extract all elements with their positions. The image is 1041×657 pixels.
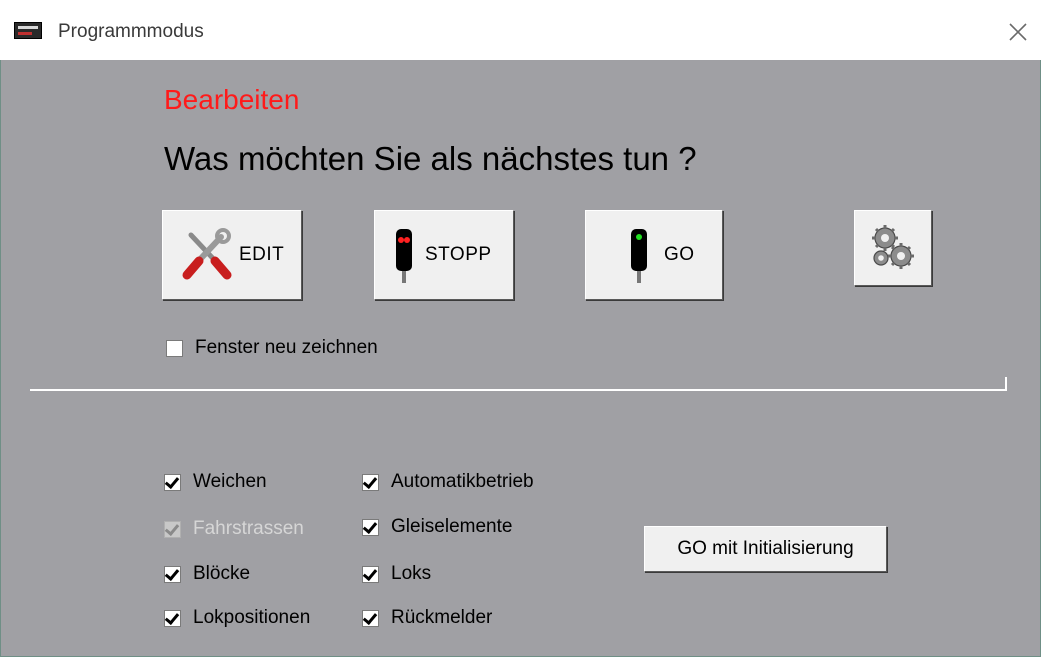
option-loks[interactable]: Loks (362, 563, 431, 585)
redraw-window-checkbox[interactable]: Fenster neu zeichnen (166, 337, 378, 359)
option-label: Weichen (193, 471, 267, 492)
redraw-checkbox-box[interactable] (166, 339, 183, 357)
divider-end (1005, 377, 1007, 391)
section-heading: Bearbeiten (164, 84, 300, 115)
option-rueckmelder[interactable]: Rückmelder (362, 607, 492, 629)
option-label: Gleiselemente (391, 516, 513, 537)
redraw-label: Fenster neu zeichnen (195, 337, 378, 358)
edit-label: EDIT (239, 244, 285, 265)
option-bloecke[interactable]: Blöcke (164, 563, 250, 585)
go-with-init-button[interactable]: GO mit Initialisierung (644, 526, 887, 572)
checkbox-lokpositionen[interactable] (164, 609, 181, 627)
close-button[interactable] (1000, 14, 1036, 50)
divider (30, 389, 1007, 391)
checkbox-loks[interactable] (362, 565, 379, 583)
edit-button[interactable]: EDIT (162, 210, 302, 300)
close-icon (1009, 23, 1027, 41)
option-label: Fahrstrassen (193, 518, 304, 539)
option-label: Automatikbetrieb (391, 471, 534, 492)
checkbox-fahrstrassen (164, 520, 181, 538)
option-automatikbetrieb[interactable]: Automatikbetrieb (362, 471, 534, 493)
option-label: Blöcke (193, 563, 251, 584)
checkbox-gleiselemente[interactable] (362, 518, 379, 536)
stopp-label: STOPP (425, 244, 492, 265)
checkbox-automatikbetrieb[interactable] (362, 473, 379, 491)
settings-gears-icon (872, 225, 914, 269)
window-title: Programmmodus (58, 21, 204, 42)
app-icon (14, 22, 42, 39)
checkbox-weichen[interactable] (164, 473, 181, 491)
settings-button[interactable] (854, 210, 932, 286)
go-label: GO (664, 244, 695, 265)
program-mode-window: Programmmodus Bearbeiten Was möchten Sie… (0, 0, 1041, 657)
red-signal-icon (396, 229, 412, 283)
checkbox-rueckmelder[interactable] (362, 609, 379, 627)
option-fahrstrassen: Fahrstrassen (164, 518, 304, 540)
option-lokpositionen[interactable]: Lokpositionen (164, 607, 310, 629)
option-label: Rückmelder (391, 607, 493, 628)
question-text: Was möchten Sie als nächstes tun ? (164, 140, 697, 177)
option-gleiselemente[interactable]: Gleiselemente (362, 516, 512, 538)
tools-icon (182, 228, 232, 280)
go-button[interactable]: GO (585, 210, 723, 300)
green-signal-icon (631, 229, 647, 283)
stopp-button[interactable]: STOPP (374, 210, 514, 300)
option-weichen[interactable]: Weichen (164, 471, 267, 493)
option-label: Lokpositionen (193, 607, 311, 628)
title-bar[interactable]: Programmmodus (0, 0, 1041, 60)
checkbox-bloecke[interactable] (164, 565, 181, 583)
option-label: Loks (391, 563, 432, 584)
